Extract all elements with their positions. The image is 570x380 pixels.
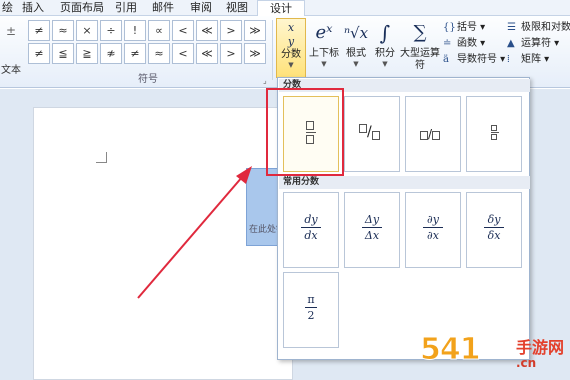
- watermark-logo: 541 手游网 .cn: [420, 330, 570, 380]
- watermark-url-text: .cn: [516, 356, 537, 370]
- watermark-main-text: 541: [420, 332, 482, 368]
- watermark-side-text: 手游网: [516, 338, 565, 357]
- annotation-arrow-icon: [137, 166, 252, 299]
